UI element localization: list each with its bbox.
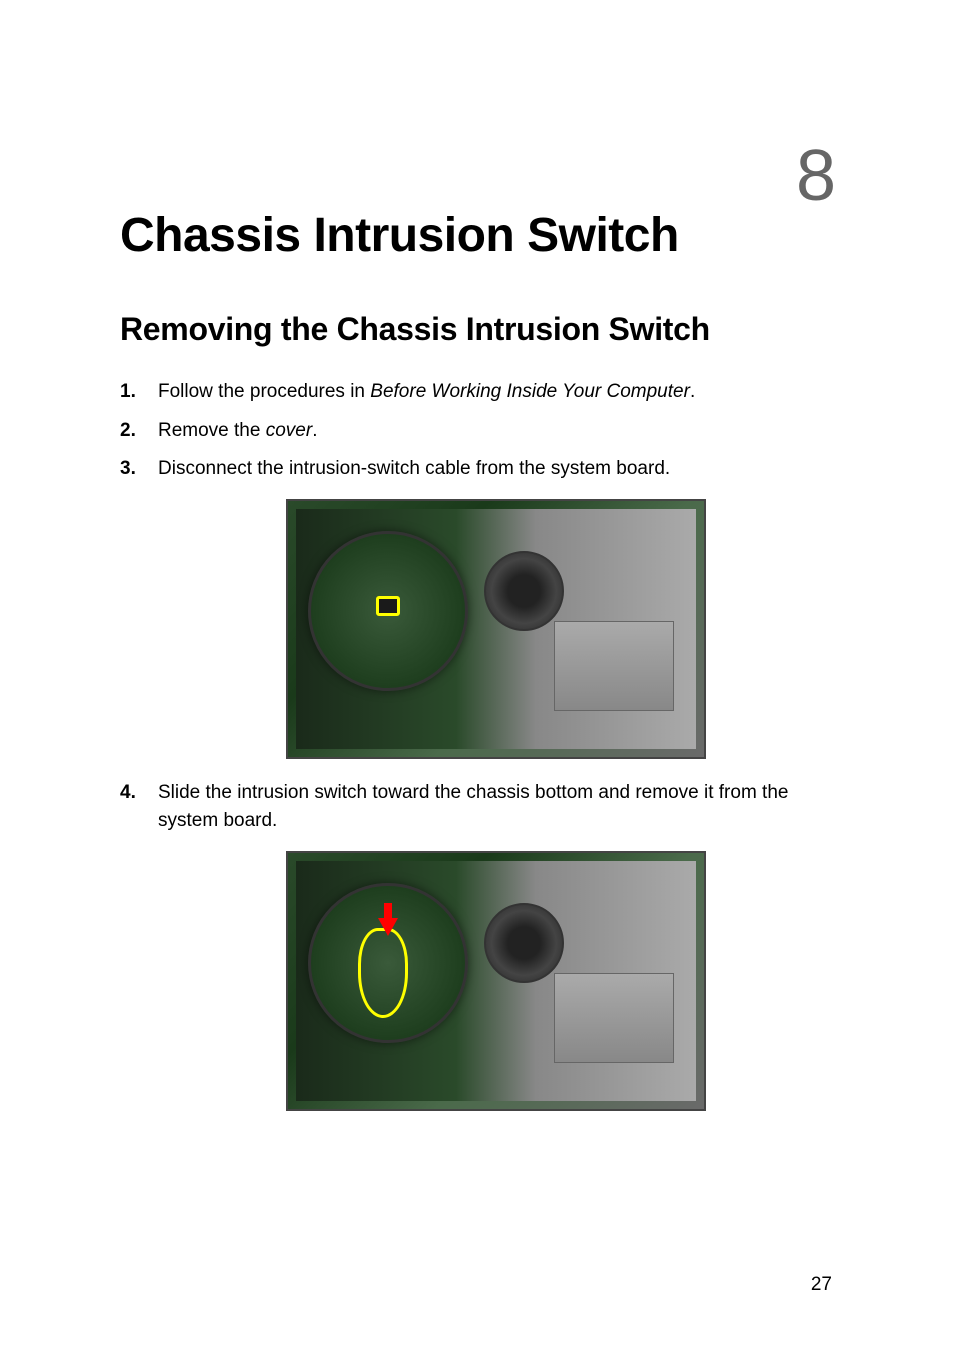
step-3: Disconnect the intrusion-switch cable fr…: [120, 455, 834, 759]
chapter-title: Chassis Intrusion Switch: [120, 208, 834, 263]
chapter-number: 8: [796, 135, 836, 217]
figure-arrow-down-icon: [378, 918, 398, 936]
step-1-text-post: .: [690, 381, 695, 402]
figure-fan-icon: [484, 551, 564, 631]
figure-fan-icon: [484, 903, 564, 983]
step-4-text: Slide the intrusion switch toward the ch…: [158, 782, 788, 832]
step-2-link[interactable]: cover: [266, 420, 312, 441]
step-2-text-pre: Remove the: [158, 420, 266, 441]
step-3-text: Disconnect the intrusion-switch cable fr…: [158, 458, 670, 479]
step-1: Follow the procedures in Before Working …: [120, 378, 834, 407]
step-2: Remove the cover.: [120, 417, 834, 446]
figure-switch-path-highlight: [358, 928, 408, 1018]
step-4: Slide the intrusion switch toward the ch…: [120, 779, 834, 1111]
procedure-steps: Follow the procedures in Before Working …: [120, 378, 834, 1111]
section-heading: Removing the Chassis Intrusion Switch: [120, 311, 834, 348]
figure-cable-disconnect: [286, 499, 706, 759]
figure-drive-bay: [554, 621, 674, 711]
step-1-link[interactable]: Before Working Inside Your Computer: [370, 381, 690, 402]
step-2-text-post: .: [312, 420, 317, 441]
figure-drive-bay: [554, 973, 674, 1063]
step-1-text-pre: Follow the procedures in: [158, 381, 370, 402]
page-number: 27: [811, 1274, 832, 1296]
figure-slide-switch: [286, 851, 706, 1111]
figure-cable-highlight: [376, 596, 400, 616]
